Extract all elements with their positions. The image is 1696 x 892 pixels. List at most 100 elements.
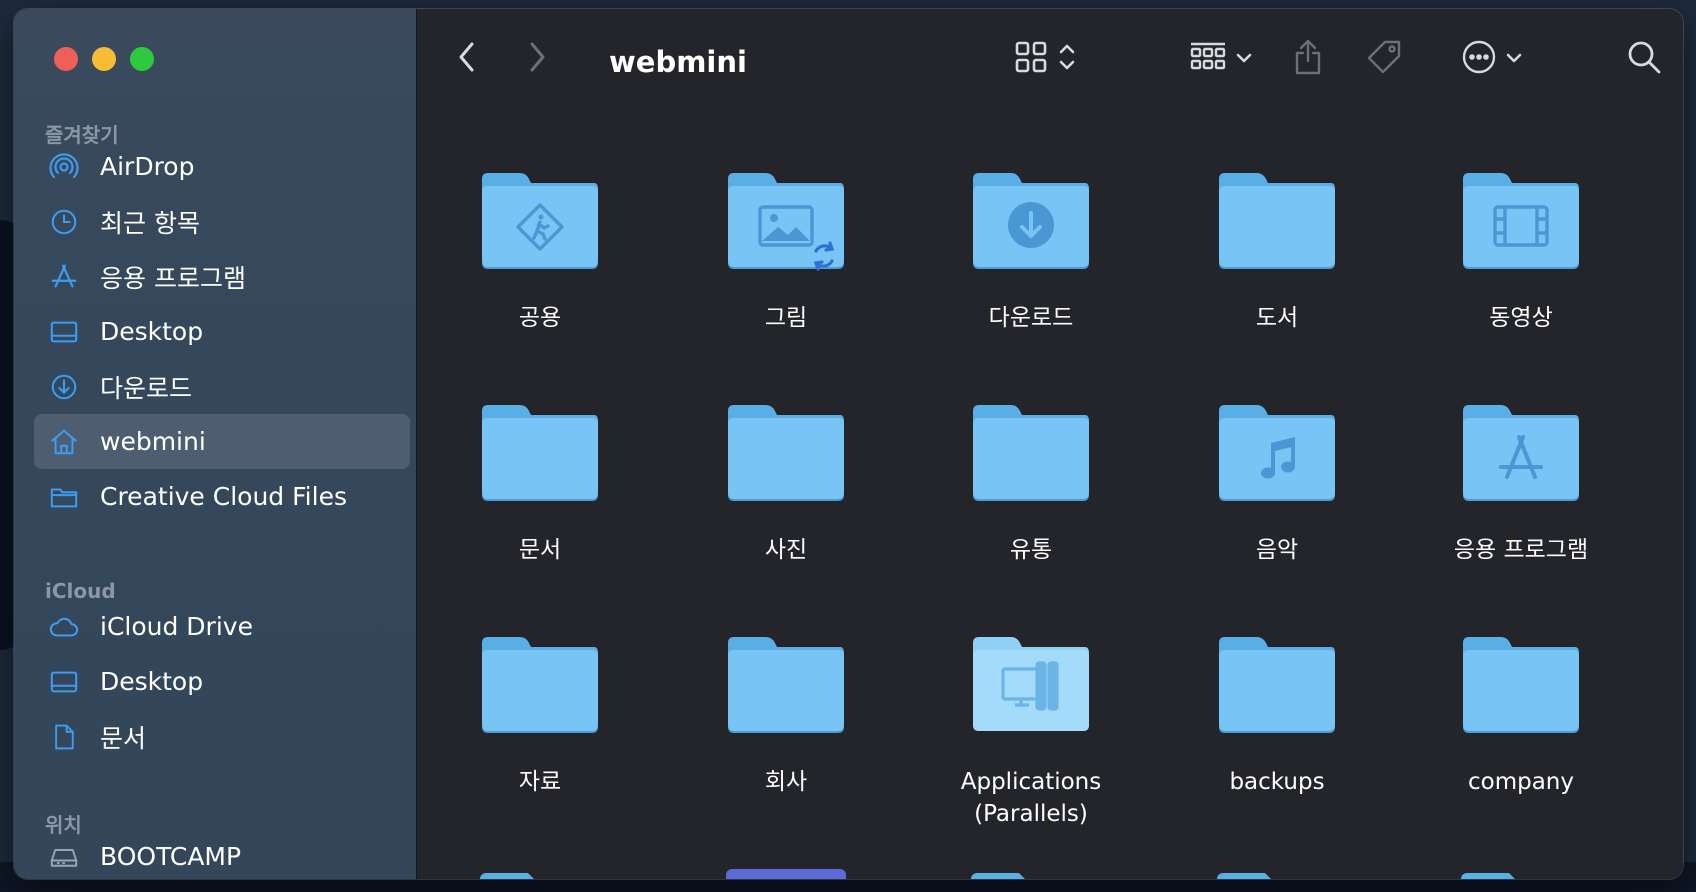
minimize-button[interactable] [92, 47, 116, 71]
folder-item[interactable]: 도서 [1162, 169, 1392, 379]
sidebar-item-label: 다운로드 [100, 373, 193, 403]
file-name: 음악 [1255, 537, 1299, 563]
folder-item[interactable]: 사진 [671, 401, 901, 611]
folder-icon [1219, 173, 1335, 269]
file-name: 회사 [764, 769, 808, 795]
zoom-button[interactable] [130, 47, 154, 71]
folder-icon [48, 481, 80, 513]
sidebar-item-documents[interactable]: 문서 [34, 709, 410, 764]
folder-icon [728, 405, 844, 501]
tag-button[interactable] [1357, 9, 1411, 109]
sidebar-item-downloads[interactable]: 다운로드 [34, 359, 410, 414]
folder-item[interactable]: backups [1162, 633, 1392, 843]
sidebar-item-label: iCloud Drive [100, 612, 253, 641]
more-actions-button[interactable] [1452, 9, 1532, 109]
folder-icon [1463, 173, 1579, 269]
clock-icon [48, 206, 80, 238]
chevron-right-icon [526, 40, 548, 78]
download-icon [48, 371, 80, 403]
folder-item-partial[interactable] [480, 873, 600, 879]
folder-item-partial[interactable] [1217, 873, 1337, 879]
back-button[interactable] [447, 9, 487, 109]
view-mode-button[interactable] [1007, 9, 1083, 109]
folder-item[interactable]: 문서 [425, 401, 655, 611]
drive-icon [48, 841, 80, 873]
applications-icon [48, 261, 80, 293]
document-icon [48, 721, 80, 753]
chevron-updown-icon [1058, 40, 1076, 78]
folder-item[interactable]: 동영상 [1406, 169, 1636, 379]
sidebar-item-applications[interactable]: 응용 프로그램 [34, 249, 410, 304]
search-button[interactable] [1619, 9, 1669, 109]
share-icon [1292, 38, 1324, 80]
folder-item-partial[interactable] [971, 873, 1091, 879]
file-name: 사진 [764, 537, 808, 563]
sidebar-item-home[interactable]: webmini [34, 414, 410, 469]
folder-icon [1463, 405, 1579, 501]
window-title: webmini [609, 45, 747, 79]
group-button[interactable] [1183, 9, 1259, 109]
file-name: Applications (Parallels) [960, 769, 1102, 827]
folder-item[interactable]: 자료 [425, 633, 655, 843]
airdrop-icon [48, 151, 80, 183]
sidebar-item-creative-cloud[interactable]: Creative Cloud Files [34, 469, 410, 524]
file-name: backups [1229, 769, 1325, 795]
sidebar-item-bootcamp[interactable]: BOOTCAMP [34, 829, 410, 879]
folder-item[interactable]: 유통 [916, 401, 1146, 611]
sidebar-item-label: Desktop [100, 667, 204, 696]
folder-item[interactable]: company [1406, 633, 1636, 843]
cloud-icon [48, 611, 80, 643]
folder-icon [973, 637, 1089, 731]
home-icon [48, 426, 80, 458]
file-name: 유통 [1009, 537, 1053, 563]
forward-button[interactable] [517, 9, 557, 109]
folder-item[interactable]: 응용 프로그램 [1406, 401, 1636, 611]
folder-item-partial[interactable] [1461, 873, 1581, 879]
file-name: company [1467, 769, 1574, 795]
sidebar-item-desktop[interactable]: Desktop [34, 304, 410, 359]
folder-icon [482, 173, 598, 269]
folder-item-partial[interactable] [726, 869, 846, 879]
sidebar-item-label: 최근 항목 [100, 208, 200, 238]
sidebar-item-icloud-desktop[interactable]: Desktop [34, 654, 410, 709]
folder-icon [728, 173, 844, 271]
share-button[interactable] [1283, 9, 1333, 109]
ellipsis-circle-icon [1461, 39, 1497, 79]
file-name: 문서 [518, 537, 562, 563]
folder-item[interactable]: Applications (Parallels) [916, 633, 1146, 843]
folder-item[interactable]: 회사 [671, 633, 901, 843]
toolbar: webmini [417, 9, 1683, 109]
folder-icon [1463, 637, 1579, 733]
file-browser: webmini 공용 그림 다운로드 도서 동영상 문서 사진 유통 음악 응용… [417, 9, 1683, 879]
file-name: 응용 프로그램 [1453, 537, 1589, 563]
search-icon [1626, 39, 1662, 79]
close-button[interactable] [54, 47, 78, 71]
folder-icon [482, 637, 598, 733]
sidebar-item-label: webmini [100, 427, 206, 456]
sidebar-item-airdrop[interactable]: AirDrop [34, 139, 410, 194]
folder-item[interactable]: 그림 [671, 169, 901, 379]
folder-item[interactable]: 다운로드 [916, 169, 1146, 379]
group-icon [1189, 40, 1227, 78]
chevron-down-icon [1505, 50, 1523, 69]
sidebar-item-label: 응용 프로그램 [100, 263, 246, 293]
file-name: 자료 [518, 769, 562, 795]
folder-icon [973, 173, 1089, 269]
sidebar-item-recents[interactable]: 최근 항목 [34, 194, 410, 249]
sidebar-item-label: BOOTCAMP [100, 842, 242, 871]
sidebar: 즐겨찾기 AirDrop 최근 항목 응용 프로그램 Desktop 다운로드 … [14, 9, 417, 879]
window-controls [54, 47, 154, 71]
folder-icon [1219, 637, 1335, 733]
sidebar-item-label: Creative Cloud Files [100, 482, 347, 511]
folder-icon [973, 405, 1089, 501]
sidebar-item-label: 문서 [100, 723, 147, 753]
folder-icon [728, 637, 844, 733]
file-name: 동영상 [1489, 305, 1553, 331]
folder-item[interactable]: 음악 [1162, 401, 1392, 611]
file-name: 다운로드 [988, 305, 1074, 331]
folder-icon [482, 405, 598, 501]
desktop-icon [48, 316, 80, 348]
chevron-down-icon [1235, 50, 1253, 69]
folder-item[interactable]: 공용 [425, 169, 655, 379]
sidebar-item-icloud-drive[interactable]: iCloud Drive [34, 599, 410, 654]
